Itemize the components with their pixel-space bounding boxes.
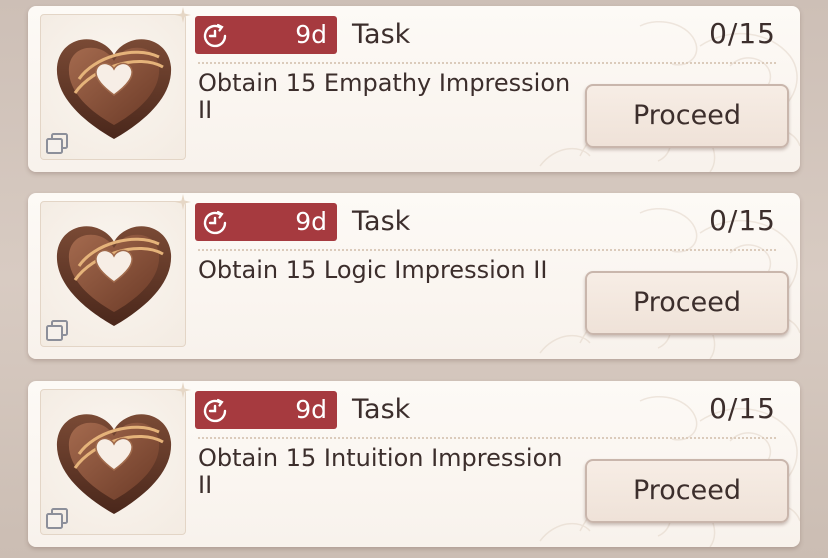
- task-description: Obtain 15 Intuition Impression II: [198, 444, 563, 499]
- copy-icon: [46, 320, 68, 341]
- task-description: Obtain 15 Empathy Impression II: [198, 69, 571, 124]
- progress-count: 0/15: [709, 17, 776, 50]
- task-list: 9d Task 0/15 Obtain 15 Empathy Impressio…: [0, 0, 828, 558]
- progress-count: 0/15: [709, 204, 776, 237]
- timer-value: 9d: [295, 20, 327, 49]
- timer-value: 9d: [295, 395, 327, 424]
- reward-item-slot[interactable]: [40, 382, 191, 535]
- clock-icon: [203, 23, 227, 48]
- timer-value: 9d: [295, 207, 327, 236]
- timer-badge: 9d: [195, 203, 337, 241]
- proceed-button[interactable]: Proceed: [585, 459, 789, 523]
- proceed-button[interactable]: Proceed: [585, 84, 789, 148]
- heart-chocolate-icon: [56, 39, 172, 140]
- divider: [198, 62, 776, 64]
- clock-icon: [203, 210, 227, 235]
- proceed-button[interactable]: Proceed: [585, 271, 789, 335]
- task-label: Task: [352, 19, 411, 50]
- divider: [198, 437, 776, 439]
- task-label: Task: [352, 394, 411, 425]
- reward-item-slot[interactable]: [40, 194, 191, 347]
- sparkle-icon: [175, 194, 191, 210]
- sparkle-icon: [175, 7, 191, 23]
- divider: [198, 249, 776, 251]
- task-label: Task: [352, 206, 411, 237]
- heart-chocolate-icon: [56, 226, 172, 326]
- heart-chocolate-icon: [56, 414, 172, 514]
- copy-icon: [46, 133, 68, 154]
- task-description: Obtain 15 Logic Impression II: [198, 256, 548, 284]
- sparkle-icon: [175, 382, 191, 398]
- clock-icon: [203, 398, 227, 423]
- task-card: 9d Task 0/15 Obtain 15 Empathy Impressio…: [28, 6, 800, 172]
- task-card: 9d Task 0/15 Obtain 15 Intuition Impress…: [28, 381, 800, 547]
- timer-badge: 9d: [195, 391, 337, 429]
- timer-badge: 9d: [195, 16, 337, 54]
- reward-item-slot[interactable]: [40, 7, 191, 160]
- task-card: 9d Task 0/15 Obtain 15 Logic Impression …: [28, 193, 800, 359]
- copy-icon: [46, 508, 68, 529]
- progress-count: 0/15: [709, 392, 776, 425]
